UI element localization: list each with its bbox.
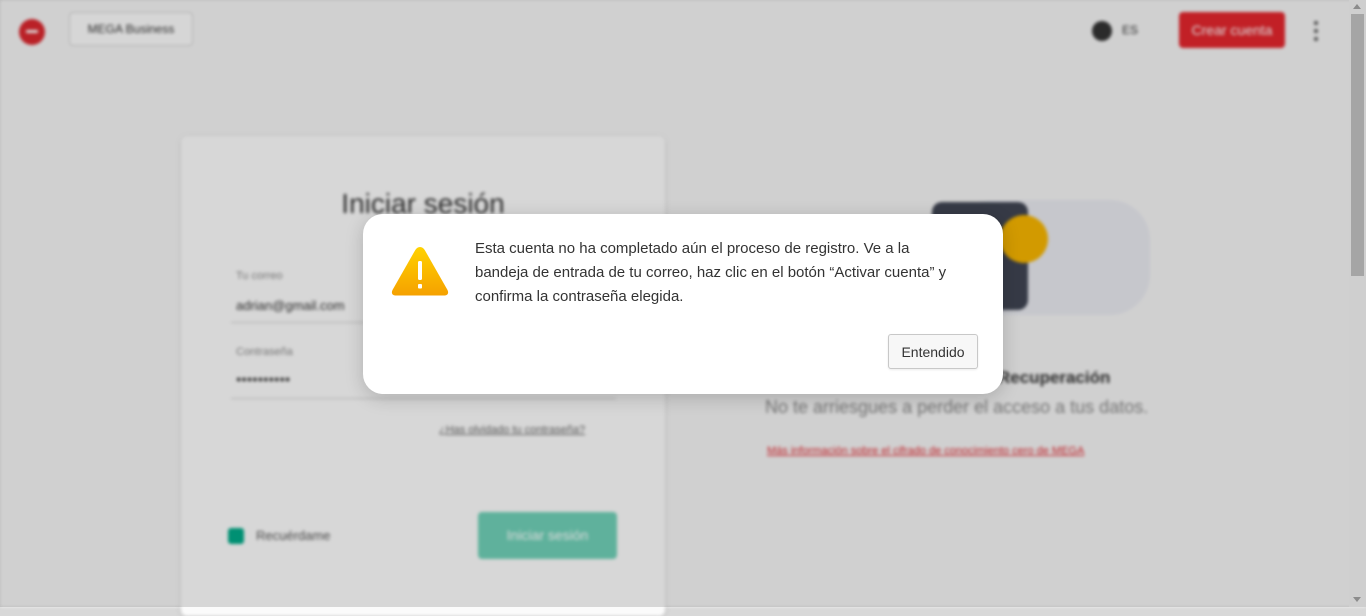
warning-triangle-icon	[391, 247, 449, 296]
dialog-message: Esta cuenta no ha completado aún el proc…	[475, 240, 947, 305]
ok-button[interactable]: Entendido	[888, 334, 978, 369]
alert-dialog: Esta cuenta no ha completado aún el proc…	[363, 214, 1003, 394]
